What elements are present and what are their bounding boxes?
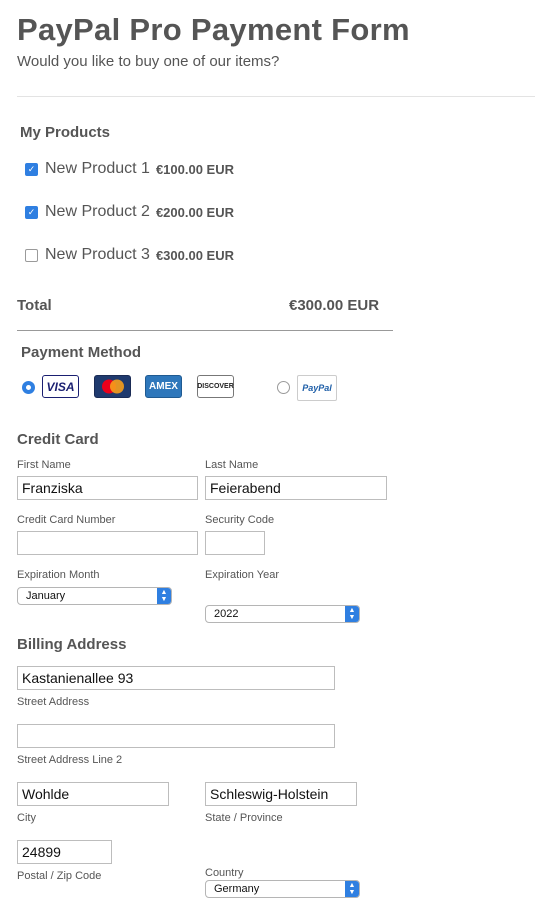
card-number-label: Credit Card Number [17, 514, 116, 526]
street-address-2-label: Street Address Line 2 [17, 754, 123, 766]
paypal-payment-radio[interactable] [277, 381, 290, 394]
security-code-field[interactable] [205, 531, 265, 555]
product-3-name: New Product 3 [45, 246, 150, 263]
product-3-price: €300.00 EUR [155, 247, 234, 263]
product-2-name: New Product 2 [45, 203, 150, 220]
mastercard-card-icon [94, 375, 131, 398]
page-title: PayPal Pro Payment Form [17, 12, 410, 47]
state-field[interactable]: Schleswig-Holstein [205, 782, 357, 806]
product-row-3[interactable]: New Product 3 €300.00 EUR [25, 245, 234, 265]
product-3-checkbox[interactable] [25, 248, 38, 262]
product-2-checkbox[interactable]: ✓ [25, 205, 38, 219]
expiration-year-dropdown-icon: ▲ ▼ [345, 606, 359, 622]
product-1-checkbox[interactable]: ✓ [25, 162, 38, 176]
product-row-2[interactable]: ✓ New Product 2 €200.00 EUR [25, 202, 234, 222]
header-divider [17, 96, 535, 97]
security-code-label: Security Code [205, 514, 275, 526]
amex-card-icon: AMEX [145, 375, 182, 398]
zip-field[interactable]: 24899 [17, 840, 112, 864]
country-select[interactable]: Germany ▲ ▼ [205, 880, 360, 898]
visa-card-icon: VISA [42, 375, 79, 398]
expiration-month-value: January [26, 590, 66, 602]
expiration-month-label: Expiration Month [17, 569, 100, 581]
street-address-label: Street Address [17, 696, 90, 708]
card-number-field[interactable] [17, 531, 198, 555]
first-name-label: First Name [17, 459, 71, 471]
street-address-field[interactable]: Kastanienallee 93 [17, 666, 335, 690]
expiration-year-select[interactable]: 2022 ▲ ▼ [205, 605, 360, 623]
billing-address-heading: Billing Address [17, 636, 127, 653]
last-name-field[interactable]: Feierabend [205, 476, 387, 500]
country-label: Country [205, 867, 244, 879]
payment-method-heading: Payment Method [21, 344, 142, 361]
card-payment-radio[interactable] [22, 381, 35, 394]
first-name-field[interactable]: Franziska [17, 476, 198, 500]
state-label: State / Province [205, 812, 283, 824]
product-1-name: New Product 1 [45, 160, 150, 177]
expiration-year-value: 2022 [214, 608, 239, 620]
page-subtitle: Would you like to buy one of our items? [17, 53, 280, 70]
expiration-month-dropdown-icon: ▲ ▼ [157, 588, 171, 604]
city-label: City [17, 812, 36, 824]
city-field[interactable]: Wohlde [17, 782, 169, 806]
zip-label: Postal / Zip Code [17, 870, 102, 882]
expiration-month-select[interactable]: January ▲ ▼ [17, 587, 172, 605]
street-address-2-field[interactable] [17, 724, 335, 748]
products-heading: My Products [20, 124, 111, 141]
product-row-1[interactable]: ✓ New Product 1 €100.00 EUR [25, 159, 234, 179]
country-value: Germany [214, 883, 260, 895]
total-value: €300.00 EUR [289, 297, 380, 314]
last-name-label: Last Name [205, 459, 259, 471]
country-dropdown-icon: ▲ ▼ [345, 881, 359, 897]
discover-card-icon: DISCOVER [197, 375, 234, 398]
paypal-icon: PayPal [297, 375, 337, 401]
product-2-price: €200.00 EUR [155, 204, 234, 220]
expiration-year-label: Expiration Year [205, 569, 279, 581]
total-label: Total [17, 297, 52, 314]
credit-card-heading: Credit Card [17, 431, 99, 448]
product-1-price: €100.00 EUR [155, 161, 234, 177]
total-divider [17, 330, 393, 331]
